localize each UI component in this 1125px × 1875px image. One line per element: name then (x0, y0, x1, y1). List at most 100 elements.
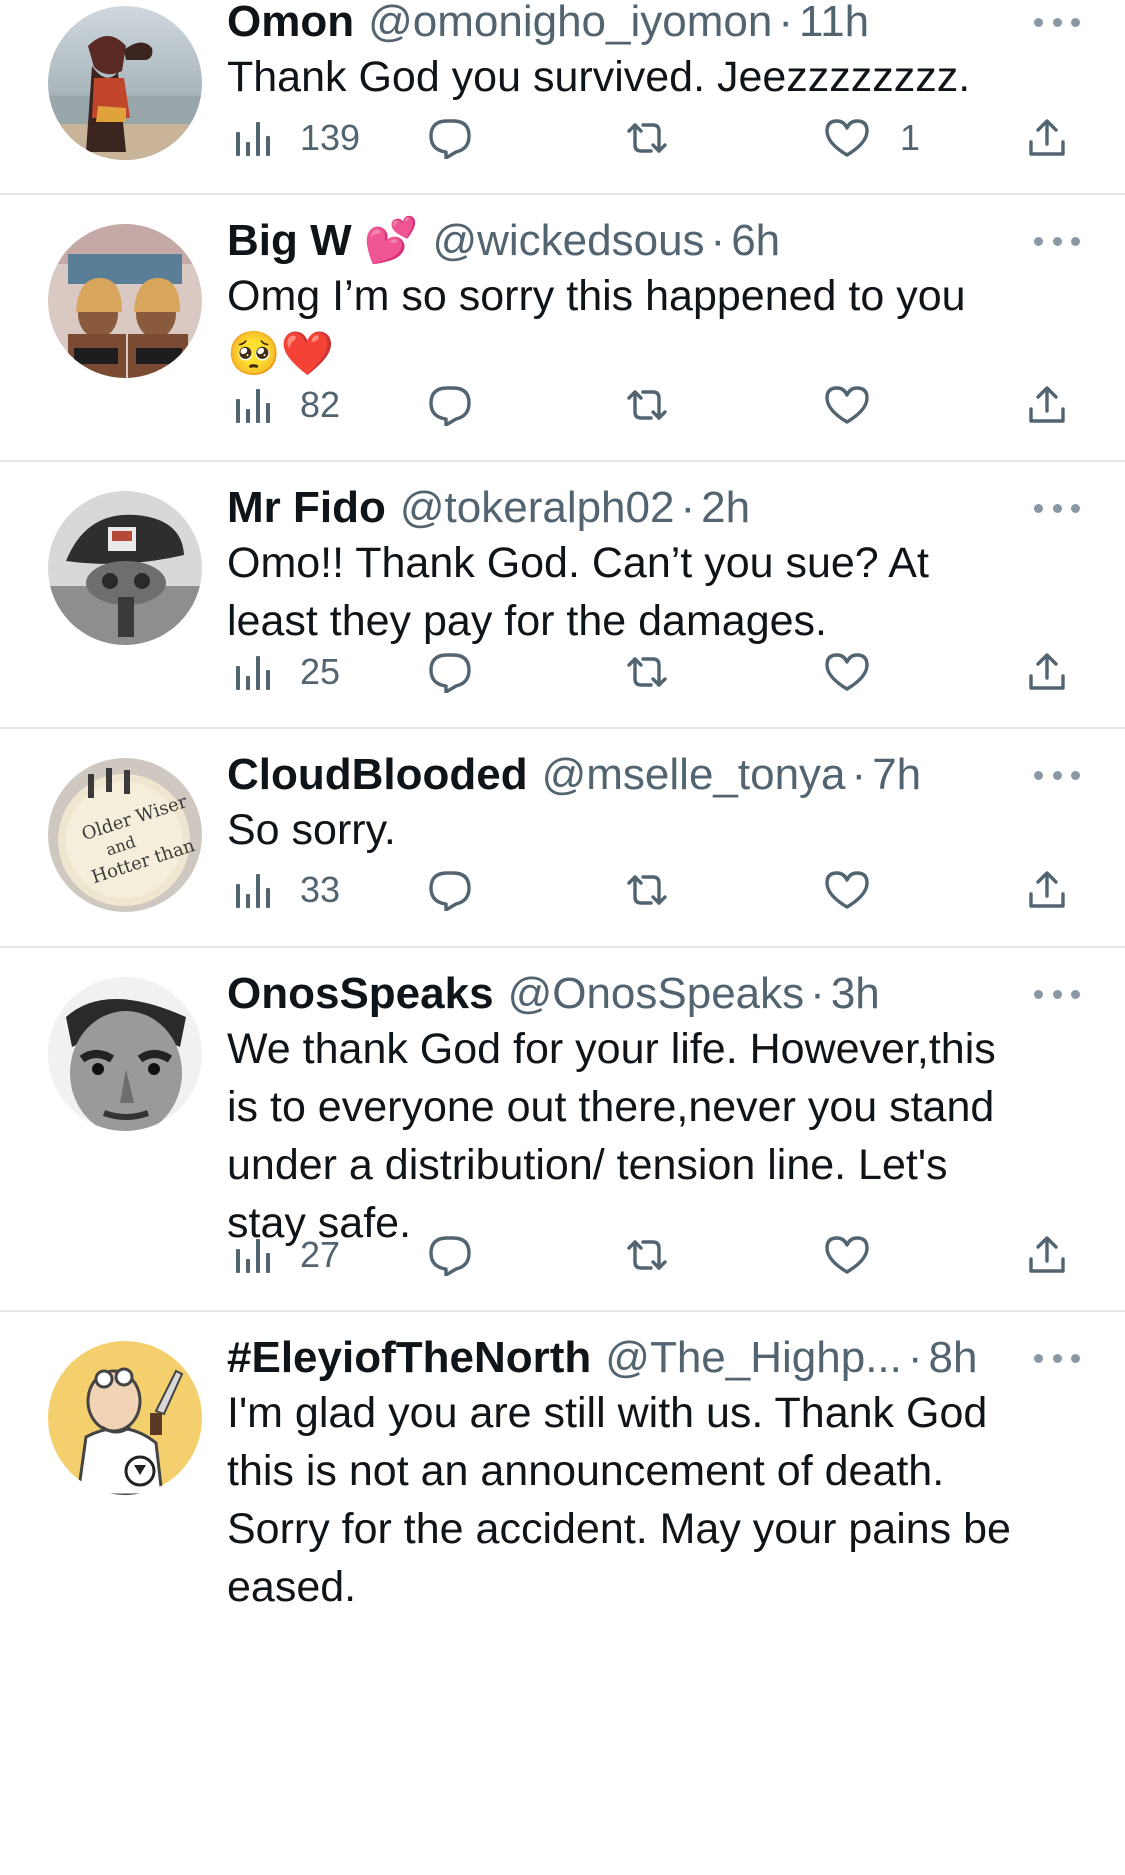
views-icon (232, 652, 272, 692)
divider (0, 727, 1125, 729)
views-button[interactable]: 25 (232, 642, 340, 702)
avatar[interactable] (48, 491, 202, 645)
action-bar: 139 1 (227, 108, 1087, 168)
reply-icon (427, 1234, 473, 1276)
display-name[interactable]: #EleyiofTheNorth (227, 1330, 591, 1386)
more-icon[interactable] (1034, 498, 1080, 518)
avatar[interactable] (48, 224, 202, 378)
separator-dot: · (851, 750, 867, 799)
reply-button[interactable] (427, 642, 473, 702)
action-bar: 25 (227, 642, 1087, 702)
tweet-text-line: So sorry. (227, 806, 396, 854)
more-icon[interactable] (1034, 12, 1080, 32)
tweet-text: So sorry. (227, 801, 1087, 859)
tweet-header: Omon @omonigho_iyomon · 11h (227, 0, 995, 52)
views-icon (232, 385, 272, 425)
retweet-icon (623, 117, 671, 159)
separator-dot: · (778, 0, 793, 46)
timestamp[interactable]: 2h (701, 480, 750, 536)
tweet-text-line: Thank God you survived. Jeezzzzzzzz. (227, 53, 971, 101)
like-button[interactable]: 1 (824, 108, 920, 168)
retweet-button[interactable] (623, 860, 671, 920)
retweet-button[interactable] (623, 642, 671, 702)
user-handle[interactable]: @OnosSpeaks (508, 966, 805, 1022)
user-handle[interactable]: @wickedsous (432, 213, 704, 269)
views-count: 25 (300, 651, 341, 692)
user-handle[interactable]: @The_Highp... (605, 1330, 902, 1386)
share-button[interactable] (1025, 375, 1069, 435)
more-icon[interactable] (1034, 984, 1080, 1004)
tweet-header: Mr Fido @tokeralph02 · 2h (227, 478, 995, 538)
timestamp[interactable]: 7h (872, 747, 921, 803)
more-icon[interactable] (1034, 231, 1080, 251)
tweet-text-line: Omo!! Thank God. Can’t you sue? At (227, 539, 929, 587)
tweet-text-line: this is not an announcement of death. (227, 1447, 945, 1495)
views-count: 27 (300, 1234, 341, 1275)
user-handle[interactable]: @omonigho_iyomon (368, 0, 772, 50)
retweet-button[interactable] (623, 1225, 671, 1285)
timestamp[interactable]: 3h (831, 966, 880, 1022)
tweet-text-line: Omg I’m so sorry this happened to you (227, 272, 966, 320)
reply-button[interactable] (427, 375, 473, 435)
views-button[interactable]: 27 (232, 1225, 340, 1285)
reply-icon (427, 651, 473, 693)
divider (0, 1310, 1125, 1312)
views-icon (232, 118, 272, 158)
reply-button[interactable] (427, 108, 473, 168)
display-name[interactable]: CloudBlooded (227, 747, 528, 803)
user-handle[interactable]: @tokeralph02 (400, 480, 675, 536)
like-button[interactable] (824, 642, 900, 702)
tweet-text: I'm glad you are still with us. Thank Go… (227, 1384, 1087, 1616)
timestamp[interactable]: 11h (799, 0, 869, 50)
divider (0, 946, 1125, 948)
divider (0, 193, 1125, 195)
tweet-header: OnosSpeaks @OnosSpeaks · 3h (227, 964, 995, 1024)
separator-dot: · (710, 216, 726, 265)
action-bar: 82 (227, 375, 1087, 435)
like-icon (824, 117, 870, 159)
avatar[interactable]: Older Wiser and Hotter than (48, 758, 202, 912)
retweet-button[interactable] (623, 108, 671, 168)
views-button[interactable]: 139 (232, 108, 360, 168)
reply-icon (427, 384, 473, 426)
action-bar: 33 (227, 860, 1087, 920)
tweet-text-line: We thank God for your life. However,this (227, 1025, 996, 1073)
retweet-icon (623, 651, 671, 693)
like-count: 1 (900, 117, 921, 158)
reply-icon (427, 869, 473, 911)
name-emoji: 💕 (363, 216, 419, 265)
avatar[interactable] (48, 977, 202, 1131)
views-button[interactable]: 33 (232, 860, 340, 920)
display-name[interactable]: Mr Fido (227, 480, 386, 536)
like-button[interactable] (824, 860, 900, 920)
display-name[interactable]: Omon (227, 0, 354, 50)
tweet-text-line: I'm glad you are still with us. Thank Go… (227, 1389, 988, 1437)
tweet-text-line: is to everyone out there,never you stand (227, 1083, 995, 1131)
timestamp[interactable]: 6h (731, 213, 780, 269)
like-button[interactable] (824, 375, 900, 435)
share-button[interactable] (1025, 108, 1069, 168)
like-icon (824, 1234, 870, 1276)
retweet-icon (623, 869, 671, 911)
reply-button[interactable] (427, 860, 473, 920)
reply-button[interactable] (427, 1225, 473, 1285)
more-icon[interactable] (1034, 1348, 1080, 1368)
avatar[interactable] (48, 6, 202, 160)
avatar[interactable] (48, 1341, 202, 1495)
like-button[interactable] (824, 1225, 900, 1285)
share-icon (1025, 650, 1069, 694)
user-handle[interactable]: @mselle_tonya (542, 747, 846, 803)
tweet-text: We thank God for your life. However,this… (227, 1020, 1087, 1252)
divider (0, 460, 1125, 462)
views-button[interactable]: 82 (232, 375, 340, 435)
share-button[interactable] (1025, 860, 1069, 920)
tweet-text-line: under a distribution/ tension line. Let'… (227, 1141, 948, 1189)
display-name[interactable]: Big W (227, 213, 352, 269)
views-icon (232, 870, 272, 910)
share-button[interactable] (1025, 1225, 1069, 1285)
share-button[interactable] (1025, 642, 1069, 702)
retweet-button[interactable] (623, 375, 671, 435)
more-icon[interactable] (1034, 765, 1080, 785)
timestamp[interactable]: 8h (929, 1330, 978, 1386)
display-name[interactable]: OnosSpeaks (227, 966, 494, 1022)
